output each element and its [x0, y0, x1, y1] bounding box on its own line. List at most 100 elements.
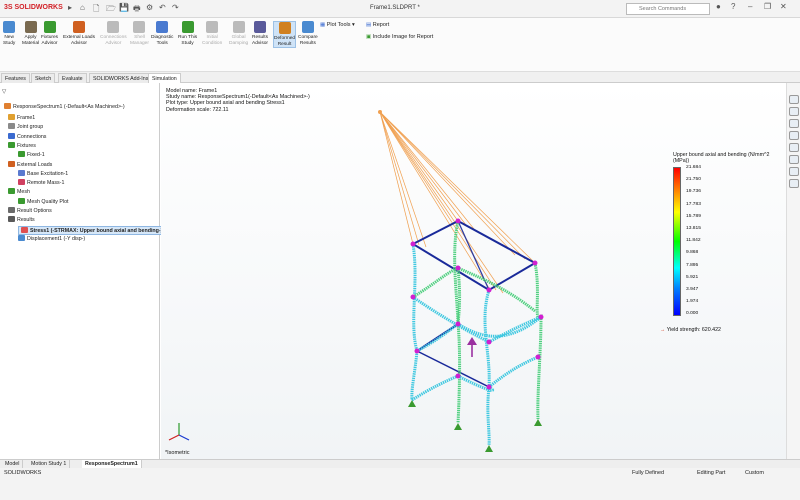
minimize-icon[interactable]: –	[748, 2, 752, 11]
tree-node-icon	[18, 151, 25, 158]
tab-solidworks-add-ins[interactable]: SOLIDWORKS Add-Ins	[89, 73, 153, 83]
ribbon-button-label: Diagnostic	[151, 35, 174, 40]
ribbon-button-loads[interactable]: External Loads Advisor	[63, 21, 95, 46]
help-icon[interactable]: ?	[731, 2, 735, 11]
tree-item-results[interactable]: Results	[8, 216, 35, 223]
ribbon-button-run[interactable]: Run This Study	[178, 21, 197, 46]
ribbon-button-label: External Loads	[63, 35, 95, 40]
file-explorer-icon[interactable]	[789, 119, 799, 128]
tree-item-fixed-1[interactable]: Fixed-1	[18, 151, 45, 158]
save-icon[interactable]: 💾	[119, 3, 129, 12]
frame-model[interactable]: ⌕	[161, 83, 786, 459]
fixed-supports	[408, 400, 542, 452]
plot-tools-button[interactable]: ▦ Plot Tools ▾	[320, 22, 355, 28]
tree-item-external-loads[interactable]: External Loads	[8, 160, 53, 168]
tree-item-mesh[interactable]: Mesh	[8, 188, 30, 195]
tree-node-icon	[8, 160, 15, 167]
doc-tab-motion-study-1[interactable]: Motion Study 1	[28, 460, 71, 468]
ribbon-button-shell[interactable]: Shell Manager	[130, 21, 149, 46]
plot-tools-icon: ▦	[320, 22, 326, 28]
stress-color-bar[interactable]	[673, 167, 681, 316]
ribbon-button-label: Apply	[24, 35, 37, 40]
ribbon-button-label: Tools	[156, 40, 168, 46]
tree-item-fixtures[interactable]: Fixtures	[8, 141, 36, 149]
tree-item-connections[interactable]: Connections	[8, 132, 46, 140]
tree-node-icon	[8, 141, 15, 148]
design-library-icon[interactable]	[789, 107, 799, 116]
search-commands-input[interactable]: Search Commands	[626, 3, 710, 15]
tree-node-icon	[18, 179, 25, 186]
tab-sketch[interactable]: Sketch	[31, 73, 56, 83]
legend-tick-label: 0.000	[686, 311, 699, 317]
ribbon-button-deformed[interactable]: Deformed Result	[273, 21, 297, 48]
ribbon-button-fixtures[interactable]: Fixtures Advisor	[41, 21, 58, 46]
ribbon-button-new-study[interactable]: New Study	[3, 21, 15, 46]
options-gear-icon[interactable]: ⚙	[146, 3, 153, 12]
tree-node-icon	[18, 234, 25, 241]
title-bar: 3S SOLIDWORKS ▸ ⌂ 🗋 🗁 💾 🖶 ⚙ ↶ ↷ Frame1.S…	[0, 0, 800, 18]
new-study-icon	[3, 21, 16, 33]
tree-item-frame1[interactable]: Frame1	[8, 114, 35, 121]
filter-icon[interactable]: ▽	[2, 89, 6, 95]
home-icon[interactable]: ⌂	[80, 3, 85, 12]
close-icon[interactable]: ✕	[780, 2, 787, 11]
ribbon-button-diagnostic[interactable]: Diagnostic Tools	[151, 21, 173, 46]
tree-item-label: Remote Mass-1	[27, 180, 65, 187]
undo-icon[interactable]: ↶	[159, 3, 166, 12]
ribbon-button-material[interactable]: Apply Material	[22, 21, 39, 46]
tab-simulation[interactable]: Simulation	[148, 73, 181, 83]
tree-item-result-options[interactable]: Result Options	[8, 207, 52, 214]
ribbon-button-compare[interactable]: Compare Results	[298, 21, 318, 46]
ribbon-button-damping[interactable]: Global Damping	[229, 21, 248, 46]
doc-tab-model[interactable]: Model	[2, 460, 24, 468]
home-pane-icon[interactable]	[789, 179, 799, 188]
app-logo[interactable]: 3S SOLIDWORKS	[4, 4, 63, 11]
ribbon-button-connections[interactable]: Connections Advisor	[100, 21, 127, 46]
restore-icon[interactable]: ❐	[764, 2, 771, 11]
doc-tab-responsespectrum1[interactable]: ResponseSpectrum1	[82, 460, 142, 468]
legend-tick-label: 5.921	[686, 274, 699, 280]
report-button[interactable]: ▤ Report	[366, 22, 389, 28]
ribbon-button-label: Damping	[229, 40, 249, 46]
tree-item-mesh-quality-plot[interactable]: Mesh Quality Plot	[18, 197, 69, 205]
redo-icon[interactable]: ↷	[172, 3, 179, 12]
tree-item-label: Base Excitation-1	[27, 170, 69, 177]
status-bar: SOLIDWORKS Fully Defined Editing Part Cu…	[0, 468, 800, 500]
tree-item-base-excitation-1[interactable]: Base Excitation-1	[18, 169, 69, 177]
custom-properties-icon[interactable]	[789, 155, 799, 164]
graphics-viewport[interactable]: Model name: Frame1 Study name: ResponseSp…	[161, 83, 786, 459]
diagnostic-icon	[156, 21, 169, 33]
view-palette-icon[interactable]	[789, 131, 799, 140]
tree-item-stress1-strmax-upper-bound-axial-and-bending[interactable]: Stress1 (-STRMAX: Upper bound axial and …	[18, 225, 166, 235]
tree-node-icon	[8, 132, 15, 139]
forum-icon[interactable]	[789, 167, 799, 176]
cable-apex	[378, 110, 382, 114]
resources-icon[interactable]	[789, 95, 799, 104]
include-image-button[interactable]: ▣ Include Image for Report	[366, 34, 433, 40]
tree-node-icon	[18, 197, 25, 204]
tree-item-displacement1-y-disp[interactable]: Displacement1 (-Y disp-)	[18, 234, 85, 242]
legend-tick-label: 17.783	[686, 201, 701, 207]
tree-item-label: External Loads	[17, 161, 53, 168]
compare-icon	[301, 21, 314, 33]
new-document-icon[interactable]: 🗋	[93, 3, 99, 17]
status-units[interactable]: Custom	[745, 470, 764, 476]
expand-menu-icon[interactable]: ▸	[68, 3, 72, 12]
document-tabs: Model Motion Study 1 ResponseSpectrum1	[0, 459, 800, 468]
tree-item-joint-group[interactable]: Joint group	[8, 123, 43, 130]
ribbon-button-label: Results	[252, 35, 268, 40]
ribbon-button-results[interactable]: Results Advisor	[252, 21, 268, 46]
legend-tick-label: 19.736	[686, 189, 701, 195]
open-document-icon[interactable]: 🗁	[106, 3, 116, 17]
appearances-icon[interactable]	[789, 143, 799, 152]
deformed-icon	[278, 22, 291, 34]
tab-features[interactable]: Features	[1, 73, 30, 83]
print-icon[interactable]: 🖶	[133, 3, 141, 17]
tree-item-remote-mass-1[interactable]: Remote Mass-1	[18, 179, 64, 186]
tree-root[interactable]: ResponseSpectrum1 (-Default<As Machined>…	[4, 103, 125, 110]
tab-evaluate[interactable]: Evaluate	[58, 73, 87, 83]
ribbon-button-initial[interactable]: Initial Condition	[202, 21, 222, 46]
initial-icon	[206, 21, 219, 33]
user-icon[interactable]: ●	[716, 2, 721, 11]
tree-node-icon	[8, 188, 15, 195]
